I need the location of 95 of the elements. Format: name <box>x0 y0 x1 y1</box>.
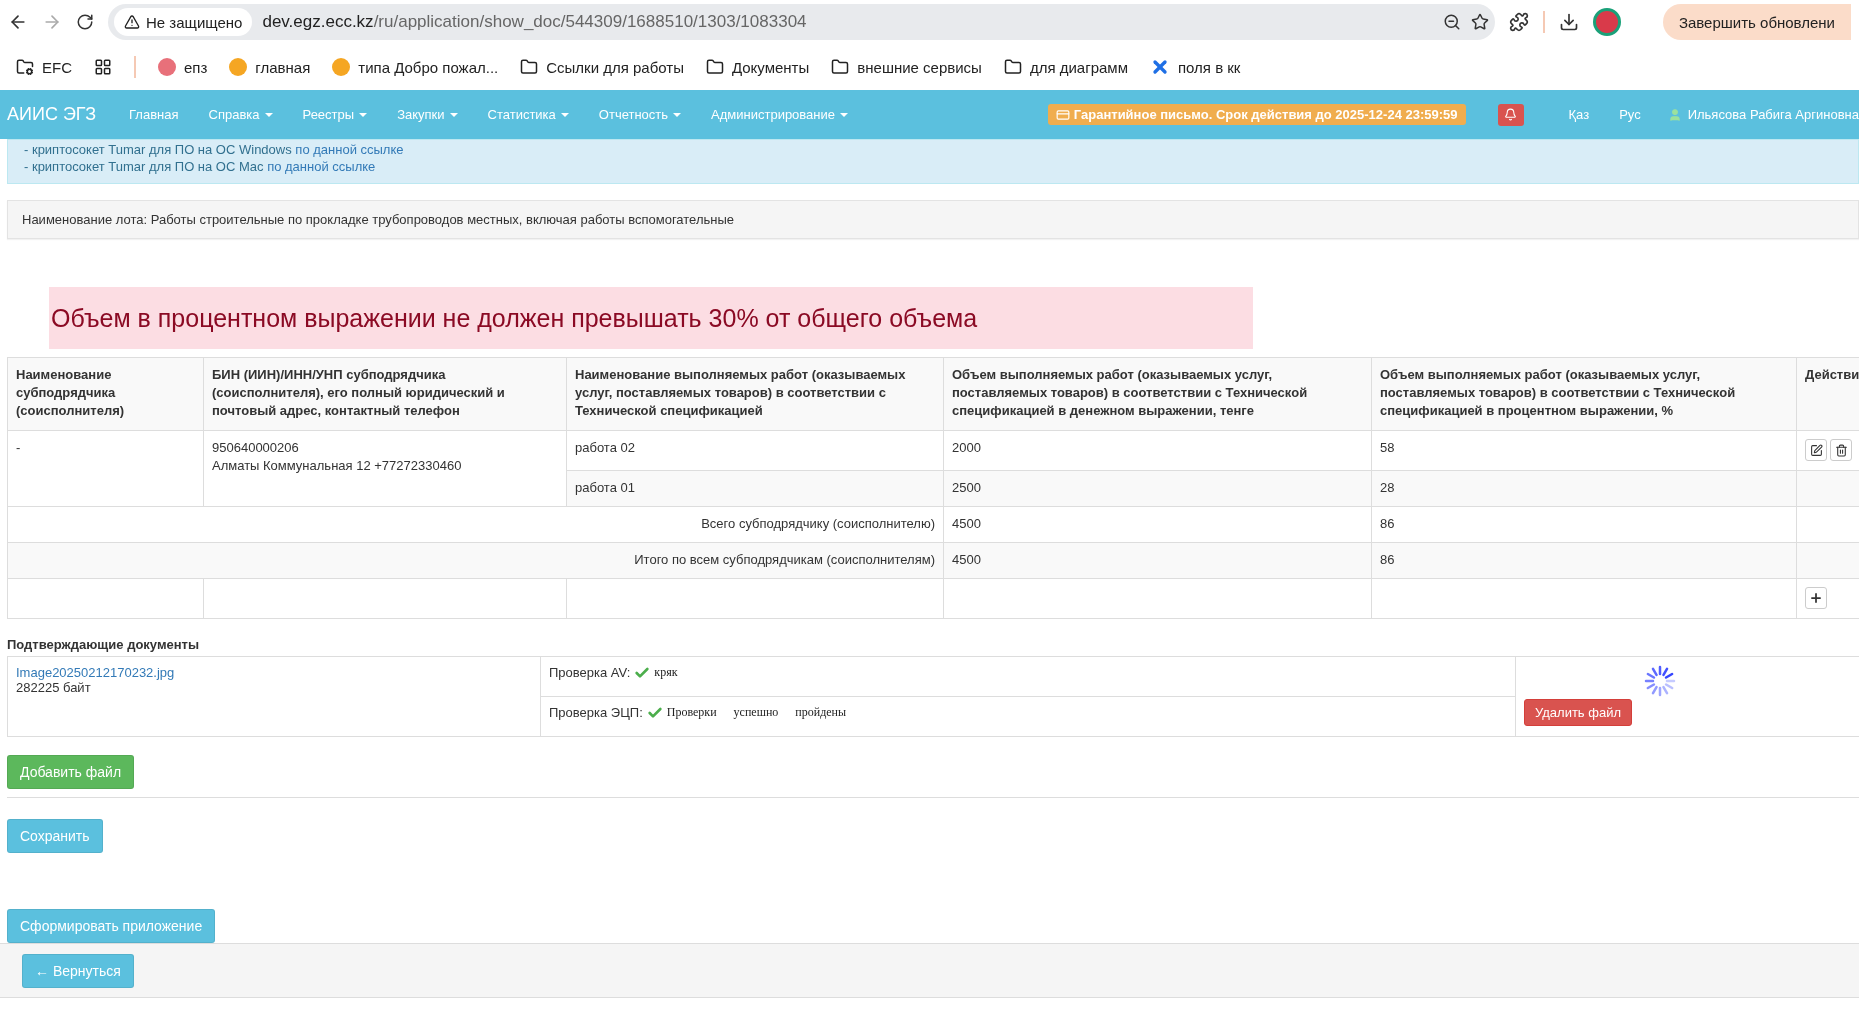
menu-link[interactable]: Реестры <box>287 107 383 122</box>
bookmark[interactable]: епз <box>158 58 208 76</box>
card-icon <box>1055 107 1070 122</box>
bookmark[interactable]: типа Добро пожал... <box>332 58 499 76</box>
edit-icon <box>1809 443 1823 457</box>
table-cell-text: 28 <box>1380 478 1396 497</box>
add-file-button[interactable]: Добавить файл <box>7 754 135 789</box>
table-cell-text: 86 <box>1380 550 1396 569</box>
caret-icon <box>560 112 569 117</box>
caret-icon <box>673 112 682 117</box>
folder-gear-icon <box>16 58 34 76</box>
back-button[interactable]: ← Вернуться <box>22 953 134 988</box>
user-icon <box>1667 107 1682 122</box>
column-header: Объем выполняемых работ (оказываемых услуг, поставляемых товаров) в соответствии с Технической спецификацией в денежном выражении, тенге <box>943 357 1372 431</box>
table-cell-text: - <box>16 439 22 457</box>
table-cell-text: 58 <box>1380 439 1396 457</box>
total-label: Итого по всем субподрядчикам (соисполнителям) <box>633 550 935 569</box>
star-icon[interactable] <box>1471 13 1489 31</box>
bookmark[interactable]: поля в кк <box>1149 57 1241 77</box>
user-link[interactable]: Ильясова Рабига Аргиновна <box>1655 107 1859 122</box>
language-link[interactable]: Рус <box>1604 107 1656 122</box>
security-indicator[interactable]: Не защищено <box>114 8 253 36</box>
site-icon <box>332 58 351 76</box>
column-header: Объем выполняемых работ (оказываемых услуг, поставляемых товаров) в соответствии с Технической спецификацией в процентном выражении, % <box>1371 357 1797 431</box>
delete-button[interactable] <box>1830 439 1852 461</box>
column-header: БИН (ИИН)/ИНН/УНП субподрядчика (соисполнителя), его полный юридический и почтовый адрес, контактный телефон <box>203 357 567 431</box>
check-result: кряк <box>654 665 678 680</box>
loading-spinner-icon <box>1644 664 1676 697</box>
caret-icon <box>449 112 458 117</box>
caret-icon <box>264 112 273 117</box>
table-cell-text: 2000 <box>952 439 982 457</box>
delete-file-button[interactable]: Удалить файл <box>1524 698 1633 726</box>
bookmark[interactable]: EFC <box>16 58 72 76</box>
table-cell-text: 2500 <box>952 478 982 497</box>
site-icon <box>229 58 248 76</box>
language-link[interactable]: Қаз <box>1553 107 1605 122</box>
edit-button[interactable] <box>1805 439 1827 461</box>
table-cell-text: 950640000206 <box>212 439 300 457</box>
folder-icon <box>520 58 539 76</box>
update-button[interactable]: Завершить обновлени <box>1662 4 1851 40</box>
table-cell-text: 86 <box>1380 514 1396 533</box>
bookmark[interactable]: внешние сервисы <box>831 58 982 76</box>
download-icon[interactable] <box>1559 12 1579 32</box>
caret-icon <box>359 112 368 117</box>
trash-icon <box>1834 443 1848 457</box>
menu-link[interactable]: Статистика <box>472 107 584 122</box>
caret-icon <box>840 112 848 117</box>
check-result: Проверки успешно пройдены <box>666 705 847 720</box>
add-row-button[interactable] <box>1805 586 1827 609</box>
table-cell-text: Алматы Коммунальная 12 +77272330460 <box>212 457 463 475</box>
brand-link[interactable]: АИИС ЭГЗ <box>7 104 97 125</box>
menu-link[interactable]: Главная <box>114 107 194 122</box>
site-icon <box>158 58 176 76</box>
menu-link[interactable]: Администрирование <box>696 107 863 122</box>
folder-icon <box>831 58 850 76</box>
check-label: Проверка ЭЦП: <box>549 705 643 720</box>
bookmark[interactable]: для диаграмм <box>1003 58 1128 76</box>
table-cell-text: работа 02 <box>575 439 636 457</box>
info-line: - криптосокет Tumar для ПО на ОС Mac по данной ссылке <box>24 158 377 175</box>
bookmark[interactable]: Документы <box>705 58 810 76</box>
extensions-icon[interactable] <box>1509 12 1529 32</box>
section-title: Подтверждающие документы <box>7 636 201 652</box>
info-line: - криптосокет Tumar для ПО на ОС Windows по данной ссылке <box>24 141 405 158</box>
zoom-icon[interactable] <box>1443 13 1461 31</box>
info-link[interactable]: по данной ссылке <box>295 142 404 157</box>
info-link[interactable]: по данной ссылке <box>267 159 376 174</box>
menu-link[interactable]: Закупки <box>382 107 473 122</box>
notification-button[interactable] <box>1497 103 1524 126</box>
url-text: dev.egz.ecc.kz/ru/application/show_doc/544309/1688510/1303/1083304 <box>262 12 808 32</box>
reload-icon[interactable] <box>76 13 94 31</box>
profile-avatar[interactable] <box>1593 8 1621 36</box>
file-size: 282225 байт <box>16 679 91 695</box>
save-button[interactable]: Сохранить <box>7 818 103 853</box>
column-header: Наименование субподрядчика (соисполнителя) <box>7 357 204 431</box>
column-header: Наименование выполняемых работ (оказываемых услуг, поставляемых товаров) в соответствии с Технической спецификацией <box>566 357 944 431</box>
bookmark[interactable]: Ссылки для работы <box>520 58 684 76</box>
table-cell-text: 4500 <box>952 550 982 569</box>
lot-name: Наименование лота: Работы строительные по прокладке трубопроводов местных, включая работы вспомогательные <box>7 200 1859 239</box>
bell-icon <box>1504 108 1517 121</box>
apps-icon[interactable] <box>94 58 112 76</box>
folder-icon <box>705 58 724 76</box>
file-link[interactable]: Image20250212170232.jpg <box>16 664 532 680</box>
folder-icon <box>1003 58 1022 76</box>
generate-button[interactable]: Сформировать приложение <box>7 908 216 943</box>
plus-icon <box>1809 590 1823 605</box>
bookmark[interactable]: главная <box>229 58 311 76</box>
table-cell-text: работа 01 <box>575 478 636 497</box>
menu-link[interactable]: Отчетность <box>583 107 697 122</box>
check-label: Проверка AV: <box>549 665 631 680</box>
alert-message: Объем в процентном выражении не должен превышать 30% от общего объема <box>49 287 1253 349</box>
total-label: Всего субподрядчику (соисполнителю) <box>700 514 935 533</box>
column-header: Действи <box>1796 357 1859 431</box>
menu-link[interactable]: Справка <box>193 107 288 122</box>
table-cell-text: 4500 <box>952 514 982 533</box>
address-bar[interactable]: Не защищено dev.egz.ecc.kz/ru/application/show_doc/544309/1688510/1303/1083304 <box>108 4 1495 40</box>
